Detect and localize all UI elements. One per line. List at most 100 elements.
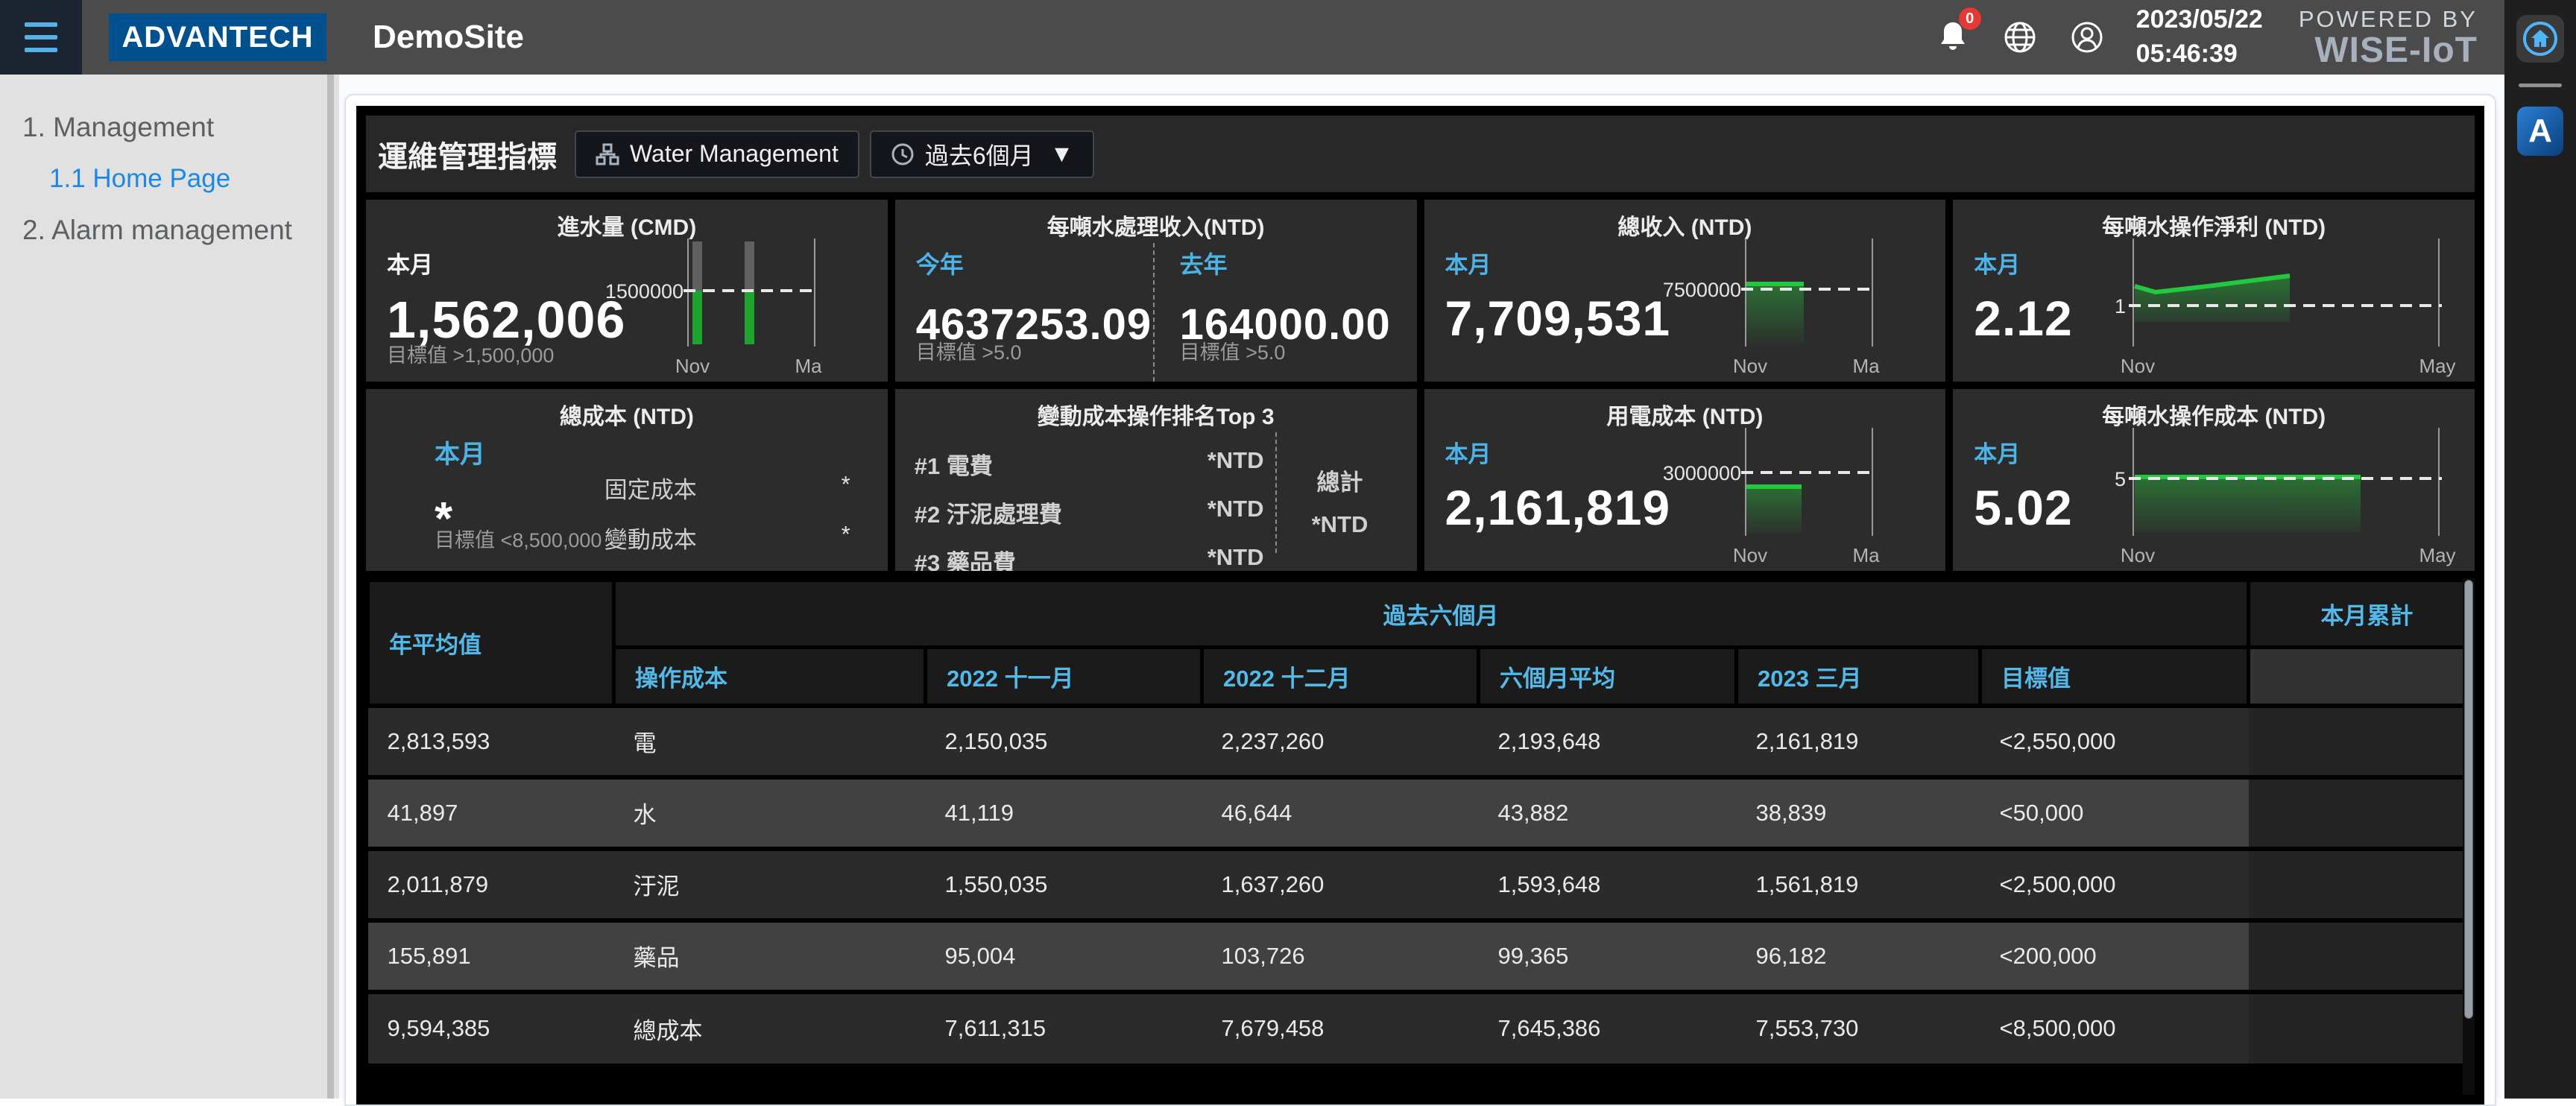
kpi-period-label: 本月 [1974, 246, 2072, 279]
range-selector-value: 過去6個月 [925, 137, 1034, 171]
kpi-value: 2,161,819 [1445, 479, 1671, 536]
svg-text:May: May [2419, 355, 2455, 377]
right-app-rail: A [2504, 0, 2576, 1099]
app-shortcut-letter: A [2528, 113, 2552, 150]
table-row-water: 41,897 水 41,119 46,644 43,882 38,839 <50… [368, 777, 2466, 849]
svg-text:May: May [1853, 544, 1881, 566]
sidebar-item-alarm-management[interactable]: 2. Alarm management [22, 204, 339, 256]
cell-value: 7,645,386 [1479, 992, 1737, 1064]
cell-value: 2,161,819 [1737, 706, 1980, 777]
datetime-display: 2023/05/22 05:46:39 [2136, 3, 2263, 72]
sitemap-icon [596, 142, 619, 166]
cell-annual: 41,897 [368, 777, 614, 849]
powered-by-text: POWERED BY [2299, 6, 2478, 33]
cell-category: 藥品 [614, 920, 926, 992]
user-account-icon[interactable] [2069, 19, 2105, 55]
cell-cumulative-empty [2249, 992, 2466, 1064]
table-row-chemicals: 155,891 藥品 95,004 103,726 99,365 96,182 … [368, 920, 2466, 992]
mini-area-chart: 5 Nov May [2089, 420, 2461, 569]
fixed-cost-value: * [842, 471, 850, 505]
col-header-2022-dec: 2022 十二月 [1202, 648, 1479, 706]
table-row-total-cost: 9,594,385 總成本 7,611,315 7,679,458 7,645,… [368, 992, 2466, 1064]
svg-text:1: 1 [2115, 295, 2126, 317]
kpi-period-label: 本月 [387, 246, 625, 279]
sidebar-item-management[interactable]: 1. Management [22, 101, 339, 154]
range-selector-dropdown[interactable]: 過去6個月 ▼ [870, 130, 1094, 178]
sidebar-item-home-page[interactable]: 1.1 Home Page [49, 154, 339, 204]
kpi-period-label: 今年 [916, 246, 1153, 280]
kpi-target: 目標值 >1,500,000 [387, 339, 554, 368]
mini-area-chart: 1 Nov May [2089, 231, 2461, 380]
cell-value: 96,182 [1737, 920, 1980, 992]
cell-target: <2,500,000 [1980, 849, 2249, 920]
cell-value: 43,882 [1479, 777, 1737, 849]
rank-2-label: #2 汙泥處理費 [915, 496, 1062, 529]
kpi-card-total-revenue: 總收入 (NTD) 本月 7,709,531 [1424, 200, 1946, 382]
kpi-period-label: 本月 [1445, 435, 1671, 469]
cell-value: 7,611,315 [926, 992, 1202, 1064]
cost-table: 年平均值 過去六個月 本月累計 操作成本 2022 十一月 2022 十二月 六… [366, 578, 2468, 1064]
kpi-card-total-cost: 總成本 (NTD) 本月 * 目標值 <8,500,000 固定成本 * 變動成… [366, 389, 888, 571]
svg-text:Nov: Nov [1733, 544, 1767, 566]
dashboard-title: 運維管理指標 [378, 133, 557, 176]
scope-selector-value: Water Management [630, 140, 839, 168]
hamburger-menu-icon[interactable] [0, 0, 82, 75]
sidebar-scrollbar[interactable] [327, 75, 334, 1099]
kpi-card-revenue-per-ton: 每噸水處理收入(NTD) 今年 4637253.09 目標值 >5.0 去年 1… [895, 200, 1417, 382]
sidebar-nav: 1. Management 1.1 Home Page 2. Alarm man… [0, 75, 339, 1099]
mini-area-chart: 7500000 Nov May [1649, 231, 1880, 380]
cell-category: 電 [614, 706, 926, 777]
cell-value: 2,237,260 [1202, 706, 1479, 777]
svg-text:Nov: Nov [2121, 544, 2155, 566]
ranking-divider [1275, 432, 1277, 553]
rail-divider [2519, 83, 2562, 87]
kpi-value: 2.12 [1974, 290, 2072, 347]
cell-annual: 2,813,593 [368, 706, 614, 777]
dashboard-frame: 運維管理指標 Water Management [356, 106, 2484, 1105]
scope-selector-dropdown[interactable]: Water Management [575, 130, 859, 178]
mini-area-chart: 3000000 Nov May [1649, 420, 1880, 569]
ranking-list: #1 電費 *NTD #2 汙泥處理費 *NTD #3 藥品費 *NTD [915, 447, 1264, 571]
kpi-title: 總成本 (NTD) [366, 398, 888, 431]
kpi-card-operating-cost-per-ton: 每噸水操作成本 (NTD) 本月 5.02 5 [1953, 389, 2475, 571]
col-header-2023-mar: 2023 三月 [1737, 648, 1980, 706]
svg-text:Nov: Nov [1733, 355, 1767, 377]
app-shortcut-icon[interactable]: A [2517, 107, 2563, 156]
table-row-sludge: 2,011,879 汙泥 1,550,035 1,637,260 1,593,6… [368, 849, 2466, 920]
kpi-card-electricity-cost: 用電成本 (NTD) 本月 2,161,819 [1424, 389, 1946, 571]
home-button[interactable] [2516, 15, 2564, 63]
rank-2-value: *NTD [1208, 496, 1264, 529]
kpi-last-year: 去年 164000.00 目標值 >5.0 [1153, 243, 1417, 382]
svg-text:7500000: 7500000 [1663, 279, 1741, 301]
svg-text:3000000: 3000000 [1663, 462, 1741, 484]
kpi-grid: 進水量 (CMD) 本月 1,562,006 目標值 >1,500,000 [366, 200, 2475, 571]
col-header-annual-average: 年平均值 [368, 581, 614, 706]
wise-iot-brand-text: WISE-IoT [2299, 33, 2478, 69]
svg-text:1500000: 1500000 [605, 280, 684, 303]
cell-value: 95,004 [926, 920, 1202, 992]
col-header-operating-cost: 操作成本 [614, 648, 926, 706]
cell-target: <8,500,000 [1980, 992, 2249, 1064]
cell-target: <50,000 [1980, 777, 2249, 849]
kpi-target: 目標值 >5.0 [1180, 336, 1286, 365]
svg-text:May: May [1853, 355, 1881, 377]
table-scrollbar-thumb[interactable] [2464, 580, 2473, 1019]
kpi-title: 每噸水處理收入(NTD) [895, 209, 1417, 241]
kpi-value: 7,709,531 [1445, 290, 1671, 347]
cell-cumulative-empty [2249, 920, 2466, 992]
cell-cumulative-empty [2249, 706, 2466, 777]
table-scrollbar-track[interactable] [2463, 578, 2475, 1095]
cell-value: 41,119 [926, 777, 1202, 849]
language-globe-icon[interactable] [2002, 19, 2038, 55]
kpi-card-inflow: 進水量 (CMD) 本月 1,562,006 目標值 >1,500,000 [366, 200, 888, 382]
rank-3-value: *NTD [1208, 544, 1264, 571]
kpi-target: 目標值 >5.0 [916, 336, 1022, 365]
rank-3-label: #3 藥品費 [915, 544, 1016, 571]
col-header-six-month-avg: 六個月平均 [1479, 648, 1737, 706]
cell-cumulative-empty [2249, 777, 2466, 849]
cell-value: 46,644 [1202, 777, 1479, 849]
kpi-period-label: 本月 [435, 434, 485, 470]
kpi-this-year: 今年 4637253.09 目標值 >5.0 [895, 243, 1153, 382]
notification-bell-icon[interactable]: 0 [1935, 19, 1971, 55]
cell-value: 2,193,648 [1479, 706, 1737, 777]
